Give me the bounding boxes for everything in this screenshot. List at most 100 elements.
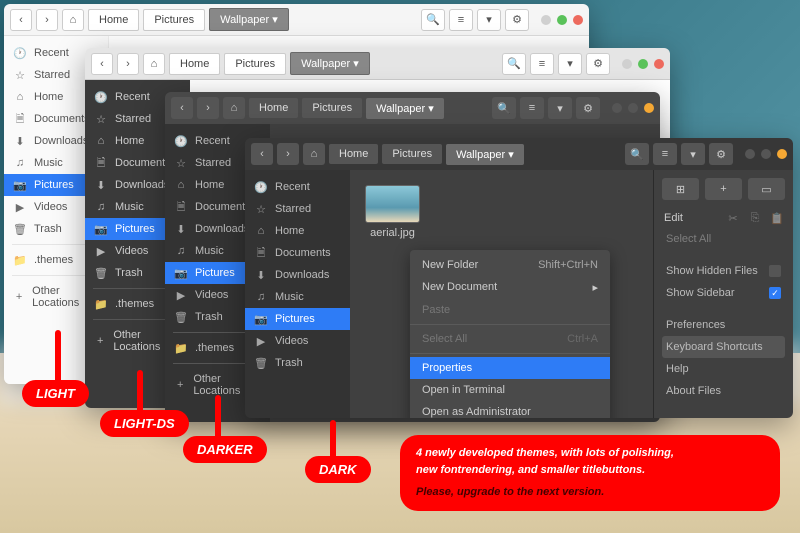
search-icon[interactable]: 🔍 <box>502 53 526 75</box>
ctx-open-terminal[interactable]: Open in Terminal <box>410 379 610 401</box>
crumb-pictures[interactable]: Pictures <box>302 98 362 118</box>
checkbox-off[interactable] <box>769 265 781 277</box>
view-menu-icon[interactable]: ▾ <box>477 9 501 31</box>
min-button[interactable] <box>745 149 755 159</box>
crumb-home[interactable]: Home <box>169 53 220 75</box>
max-button[interactable] <box>557 15 567 25</box>
view-menu-icon[interactable]: ▾ <box>548 97 572 119</box>
back-button[interactable]: ‹ <box>91 53 113 75</box>
gear-icon[interactable]: ⚙ <box>709 143 733 165</box>
crumb-pictures[interactable]: Pictures <box>382 144 442 164</box>
video-icon: ▶ <box>95 245 107 257</box>
min-button[interactable] <box>541 15 551 25</box>
cut-icon[interactable]: ✂ <box>727 212 739 224</box>
label-stem <box>55 330 61 385</box>
content-area[interactable]: aerial.jpg New FolderShift+Ctrl+N New Do… <box>350 170 653 418</box>
panel-preferences[interactable]: Preferences <box>662 314 785 336</box>
gear-icon[interactable]: ⚙ <box>586 53 610 75</box>
ctx-new-document[interactable]: New Document▸ <box>410 276 610 299</box>
crumb-wallpaper[interactable]: Wallpaper ▾ <box>209 8 289 31</box>
gear-icon[interactable]: ⚙ <box>576 97 600 119</box>
window-dark: ‹ › ⌂ Home Pictures Wallpaper ▾ 🔍 ≡ ▾ ⚙ … <box>245 138 793 418</box>
panel-keyboard-shortcuts[interactable]: Keyboard Shortcuts <box>662 336 785 358</box>
view-list-icon[interactable]: ≡ <box>530 53 554 75</box>
gear-icon[interactable]: ⚙ <box>505 9 529 31</box>
folder-icon: 📁 <box>95 298 107 310</box>
max-button[interactable] <box>628 103 638 113</box>
crumb-pictures[interactable]: Pictures <box>143 9 205 31</box>
doc-icon: 🗎 <box>95 157 107 169</box>
star-icon: ☆ <box>255 203 267 215</box>
trash-icon: 🗑 <box>255 357 267 369</box>
label-dark: DARK <box>305 456 371 483</box>
view-menu-icon[interactable]: ▾ <box>558 53 582 75</box>
crumb-home[interactable]: Home <box>249 98 298 118</box>
sidebar-item-home[interactable]: ⌂Home <box>245 220 350 242</box>
back-button[interactable]: ‹ <box>171 97 193 119</box>
panel-select-all[interactable]: Select All <box>662 228 785 250</box>
sidebar-item-recent[interactable]: 🕐Recent <box>245 176 350 198</box>
forward-button[interactable]: › <box>36 9 58 31</box>
add-icon[interactable]: + <box>705 178 742 200</box>
close-button[interactable] <box>654 59 664 69</box>
home-icon[interactable]: ⌂ <box>223 97 245 119</box>
bookmark-icon[interactable]: ▭ <box>748 178 785 200</box>
camera-icon: 📷 <box>95 223 107 235</box>
paste-icon[interactable]: 📋 <box>771 212 783 224</box>
clock-icon: 🕐 <box>175 135 187 147</box>
sidebar-item-downloads[interactable]: ⬇Downloads <box>245 264 350 286</box>
sidebar-item-documents[interactable]: 🗎Documents <box>245 242 350 264</box>
sidebar-item-starred[interactable]: ☆Starred <box>245 198 350 220</box>
panel-show-sidebar[interactable]: Show Sidebar✓ <box>662 282 785 304</box>
back-button[interactable]: ‹ <box>10 9 32 31</box>
doc-icon: 🗎 <box>14 113 26 125</box>
forward-button[interactable]: › <box>277 143 299 165</box>
home-icon[interactable]: ⌂ <box>303 143 325 165</box>
ctx-paste: Paste <box>410 299 610 321</box>
file-thumbnail[interactable]: aerial.jpg <box>365 185 420 239</box>
sidebar-item-pictures[interactable]: 📷Pictures <box>245 308 350 330</box>
music-icon: ♫ <box>14 157 26 169</box>
home-icon[interactable]: ⌂ <box>143 53 165 75</box>
panel-show-hidden[interactable]: Show Hidden Files <box>662 260 785 282</box>
sidebar-item-music[interactable]: ♫Music <box>245 286 350 308</box>
view-menu-icon[interactable]: ▾ <box>681 143 705 165</box>
forward-button[interactable]: › <box>197 97 219 119</box>
view-list-icon[interactable]: ≡ <box>449 9 473 31</box>
panel-about[interactable]: About Files <box>662 380 785 402</box>
search-icon[interactable]: 🔍 <box>492 97 516 119</box>
ctx-properties[interactable]: Properties <box>410 357 610 379</box>
max-button[interactable] <box>638 59 648 69</box>
panel-help[interactable]: Help <box>662 358 785 380</box>
min-button[interactable] <box>622 59 632 69</box>
min-button[interactable] <box>612 103 622 113</box>
close-button[interactable] <box>644 103 654 113</box>
close-button[interactable] <box>573 15 583 25</box>
crumb-home[interactable]: Home <box>329 144 378 164</box>
max-button[interactable] <box>761 149 771 159</box>
copy-icon[interactable]: ⎘ <box>749 212 761 224</box>
view-list-icon[interactable]: ≡ <box>653 143 677 165</box>
camera-icon: 📷 <box>175 267 187 279</box>
crumb-pictures[interactable]: Pictures <box>224 53 286 75</box>
search-icon[interactable]: 🔍 <box>421 9 445 31</box>
trash-icon: 🗑 <box>95 267 107 279</box>
back-button[interactable]: ‹ <box>251 143 273 165</box>
view-list-icon[interactable]: ≡ <box>520 97 544 119</box>
ctx-open-admin[interactable]: Open as Administrator <box>410 401 610 418</box>
close-button[interactable] <box>777 149 787 159</box>
forward-button[interactable]: › <box>117 53 139 75</box>
sidebar-item-trash[interactable]: 🗑Trash <box>245 352 350 374</box>
download-icon: ⬇ <box>255 269 267 281</box>
search-icon[interactable]: 🔍 <box>625 143 649 165</box>
ctx-new-folder[interactable]: New FolderShift+Ctrl+N <box>410 254 610 276</box>
checkbox-on[interactable]: ✓ <box>769 287 781 299</box>
crumb-wallpaper[interactable]: Wallpaper ▾ <box>446 144 524 165</box>
crumb-wallpaper[interactable]: Wallpaper ▾ <box>366 98 444 119</box>
home-icon[interactable]: ⌂ <box>62 9 84 31</box>
crumb-wallpaper[interactable]: Wallpaper ▾ <box>290 52 370 75</box>
new-tab-icon[interactable]: ⊞ <box>662 178 699 200</box>
crumb-home[interactable]: Home <box>88 9 139 31</box>
video-icon: ▶ <box>14 201 26 213</box>
sidebar-item-videos[interactable]: ▶Videos <box>245 330 350 352</box>
